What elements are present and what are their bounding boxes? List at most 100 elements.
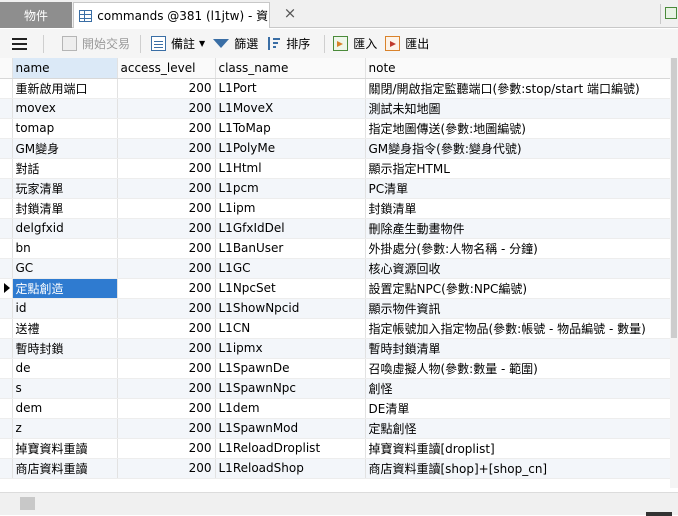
cell-note[interactable]: 指定帳號加入指定物品(參數:帳號 - 物品編號 - 數量) bbox=[365, 318, 671, 339]
row-marker[interactable] bbox=[0, 78, 13, 99]
memo-button[interactable]: 備註 ▼ bbox=[147, 32, 209, 56]
cell-note[interactable]: 掉寶資料重讀[droplist] bbox=[365, 438, 671, 459]
table-row[interactable]: 掉寶資料重讀 200 L1ReloadDroplist 掉寶資料重讀[droplist… bbox=[0, 438, 671, 459]
table-row[interactable]: delgfxid 200 L1GfxIdDel 刪除產生動畫物件 bbox=[0, 218, 671, 239]
menu-button[interactable] bbox=[8, 32, 31, 56]
table-row[interactable]: 對話 200 L1Html 顯示指定HTML bbox=[0, 158, 671, 179]
cell-note[interactable]: 商店資料重讀[shop]+[shop_cn] bbox=[365, 458, 671, 479]
row-marker[interactable] bbox=[0, 338, 13, 359]
tab-commands[interactable]: commands @381 (l1jtw) - 資... bbox=[73, 2, 270, 28]
row-marker[interactable] bbox=[0, 198, 13, 219]
row-marker[interactable] bbox=[0, 118, 13, 139]
cell-class-name[interactable]: L1NpcSet bbox=[215, 278, 366, 299]
cell-name[interactable]: 玩家清單 bbox=[12, 178, 118, 199]
sort-button[interactable]: 排序 bbox=[262, 32, 314, 56]
cell-access-level[interactable]: 200 bbox=[117, 118, 216, 139]
cell-access-level[interactable]: 200 bbox=[117, 198, 216, 219]
cell-access-level[interactable]: 200 bbox=[117, 138, 216, 159]
table-row[interactable]: GC 200 L1GC 核心資源回收 bbox=[0, 258, 671, 279]
cell-note[interactable]: GM變身指令(參數:變身代號) bbox=[365, 138, 671, 159]
row-marker[interactable] bbox=[0, 258, 13, 279]
cell-name[interactable]: 封鎖清單 bbox=[12, 198, 118, 219]
row-marker[interactable] bbox=[0, 238, 13, 259]
cell-access-level[interactable]: 200 bbox=[117, 98, 216, 119]
cell-access-level[interactable]: 200 bbox=[117, 178, 216, 199]
table-row[interactable]: 重新啟用端口 200 L1Port 關閉/開啟指定監聽端口(參數:stop/start… bbox=[0, 78, 671, 99]
cell-name[interactable]: dem bbox=[12, 398, 118, 419]
table-row[interactable]: tomap 200 L1ToMap 指定地圖傳送(參數:地圖編號) bbox=[0, 118, 671, 139]
cell-name[interactable]: GC bbox=[12, 258, 118, 279]
horizontal-scrollbar-thumb[interactable] bbox=[20, 497, 35, 510]
cell-name[interactable]: de bbox=[12, 358, 118, 379]
table-row[interactable]: id 200 L1ShowNpcid 顯示物件資訊 bbox=[0, 298, 671, 319]
cell-class-name[interactable]: L1Html bbox=[215, 158, 366, 179]
row-marker[interactable] bbox=[0, 318, 13, 339]
row-marker[interactable] bbox=[0, 178, 13, 199]
table-row[interactable]: z 200 L1SpawnMod 定點創怪 bbox=[0, 418, 671, 439]
row-marker[interactable] bbox=[0, 418, 13, 439]
row-marker[interactable] bbox=[0, 398, 13, 419]
column-header-access-level[interactable]: access_level bbox=[117, 58, 216, 79]
row-marker[interactable] bbox=[0, 378, 13, 399]
row-marker[interactable] bbox=[0, 158, 13, 179]
cell-access-level[interactable]: 200 bbox=[117, 318, 216, 339]
table-row[interactable]: bn 200 L1BanUser 外掛處分(參數:人物名稱 - 分鐘) bbox=[0, 238, 671, 259]
cell-name[interactable]: 掉寶資料重讀 bbox=[12, 438, 118, 459]
cell-note[interactable]: 召喚虛擬人物(參數:數量 - 範圍) bbox=[365, 358, 671, 379]
close-tab-icon[interactable]: × bbox=[282, 5, 298, 21]
table-row[interactable]: GM變身 200 L1PolyMe GM變身指令(參數:變身代號) bbox=[0, 138, 671, 159]
cell-name[interactable]: movex bbox=[12, 98, 118, 119]
cell-access-level[interactable]: 200 bbox=[117, 158, 216, 179]
cell-class-name[interactable]: L1MoveX bbox=[215, 98, 366, 119]
cell-name[interactable]: GM變身 bbox=[12, 138, 118, 159]
cell-name[interactable]: tomap bbox=[12, 118, 118, 139]
row-marker[interactable] bbox=[0, 218, 13, 239]
cell-name[interactable]: s bbox=[12, 378, 118, 399]
cell-class-name[interactable]: L1ToMap bbox=[215, 118, 366, 139]
cell-class-name[interactable]: L1PolyMe bbox=[215, 138, 366, 159]
cell-access-level[interactable]: 200 bbox=[117, 438, 216, 459]
cell-access-level[interactable]: 200 bbox=[117, 418, 216, 439]
cell-note[interactable]: 顯示指定HTML bbox=[365, 158, 671, 179]
row-marker[interactable] bbox=[0, 278, 13, 299]
row-marker[interactable] bbox=[0, 298, 13, 319]
cell-class-name[interactable]: L1CN bbox=[215, 318, 366, 339]
cell-note[interactable]: 顯示物件資訊 bbox=[365, 298, 671, 319]
table-row[interactable]: 玩家清單 200 L1pcm PC清單 bbox=[0, 178, 671, 199]
cell-name[interactable]: z bbox=[12, 418, 118, 439]
cell-note[interactable]: DE清單 bbox=[365, 398, 671, 419]
cell-note[interactable]: PC清單 bbox=[365, 178, 671, 199]
cell-access-level[interactable]: 200 bbox=[117, 398, 216, 419]
tab-objects[interactable]: 物件 bbox=[0, 2, 72, 28]
cell-name[interactable]: 對話 bbox=[12, 158, 118, 179]
cell-access-level[interactable]: 200 bbox=[117, 338, 216, 359]
cell-class-name[interactable]: L1ShowNpcid bbox=[215, 298, 366, 319]
cell-class-name[interactable]: L1GC bbox=[215, 258, 366, 279]
horizontal-scrollbar[interactable] bbox=[0, 492, 678, 516]
cell-note[interactable]: 刪除產生動畫物件 bbox=[365, 218, 671, 239]
cell-note[interactable]: 定點創怪 bbox=[365, 418, 671, 439]
table-row[interactable]: s 200 L1SpawnNpc 創怪 bbox=[0, 378, 671, 399]
cell-note[interactable]: 外掛處分(參數:人物名稱 - 分鐘) bbox=[365, 238, 671, 259]
row-marker[interactable] bbox=[0, 438, 13, 459]
cell-note[interactable]: 核心資源回收 bbox=[365, 258, 671, 279]
cell-class-name[interactable]: L1pcm bbox=[215, 178, 366, 199]
table-row[interactable]: movex 200 L1MoveX 測試未知地圖 bbox=[0, 98, 671, 119]
cell-class-name[interactable]: L1ReloadShop bbox=[215, 458, 366, 479]
table-row[interactable]: 送禮 200 L1CN 指定帳號加入指定物品(參數:帳號 - 物品編號 - 數量) bbox=[0, 318, 671, 339]
table-row[interactable]: 封鎖清單 200 L1ipm 封鎖清單 bbox=[0, 198, 671, 219]
cell-class-name[interactable]: L1SpawnMod bbox=[215, 418, 366, 439]
cell-class-name[interactable]: L1ReloadDroplist bbox=[215, 438, 366, 459]
row-marker[interactable] bbox=[0, 458, 13, 479]
cell-note[interactable]: 指定地圖傳送(參數:地圖編號) bbox=[365, 118, 671, 139]
table-row[interactable]: dem 200 L1dem DE清單 bbox=[0, 398, 671, 419]
cell-class-name[interactable]: L1ipmx bbox=[215, 338, 366, 359]
cell-name[interactable]: id bbox=[12, 298, 118, 319]
cell-class-name[interactable]: L1dem bbox=[215, 398, 366, 419]
cell-name[interactable]: bn bbox=[12, 238, 118, 259]
cell-class-name[interactable]: L1ipm bbox=[215, 198, 366, 219]
cell-access-level[interactable]: 200 bbox=[117, 378, 216, 399]
cell-access-level[interactable]: 200 bbox=[117, 258, 216, 279]
cell-note[interactable]: 設置定點NPC(參數:NPC編號) bbox=[365, 278, 671, 299]
cell-name[interactable]: 送禮 bbox=[12, 318, 118, 339]
